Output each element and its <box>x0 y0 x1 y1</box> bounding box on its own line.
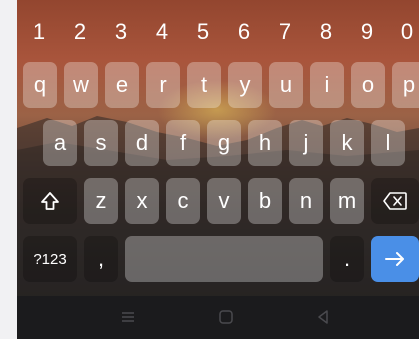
key-d[interactable]: d <box>125 120 159 166</box>
number-4[interactable]: 4 <box>147 20 177 44</box>
number-7[interactable]: 7 <box>270 20 300 44</box>
shift-icon <box>41 192 59 210</box>
key-a[interactable]: a <box>43 120 77 166</box>
key-h[interactable]: h <box>248 120 282 166</box>
key-i[interactable]: i <box>310 62 344 108</box>
enter-key[interactable] <box>371 236 419 282</box>
number-1[interactable]: 1 <box>24 20 54 44</box>
key-b[interactable]: b <box>248 178 282 224</box>
key-q[interactable]: q <box>23 62 57 108</box>
key-e[interactable]: e <box>105 62 139 108</box>
key-t[interactable]: t <box>187 62 221 108</box>
number-9[interactable]: 9 <box>352 20 382 44</box>
shift-key[interactable] <box>23 178 77 224</box>
key-s[interactable]: s <box>84 120 118 166</box>
key-o[interactable]: o <box>351 62 385 108</box>
key-p[interactable]: p <box>392 62 419 108</box>
arrow-right-icon <box>385 252 404 266</box>
key-y[interactable]: y <box>228 62 262 108</box>
recents-icon[interactable] <box>118 307 138 327</box>
key-z[interactable]: z <box>84 178 118 224</box>
comma-key[interactable]: , <box>84 236 118 282</box>
key-r[interactable]: r <box>146 62 180 108</box>
back-icon[interactable] <box>313 307 333 327</box>
number-8[interactable]: 8 <box>311 20 341 44</box>
number-6[interactable]: 6 <box>229 20 259 44</box>
backspace-key[interactable] <box>371 178 419 224</box>
spacebar[interactable] <box>125 236 323 282</box>
key-x[interactable]: x <box>125 178 159 224</box>
key-c[interactable]: c <box>166 178 200 224</box>
navigation-bar <box>17 296 419 339</box>
symbols-key[interactable]: ?123 <box>23 236 77 282</box>
key-f[interactable]: f <box>166 120 200 166</box>
key-j[interactable]: j <box>289 120 323 166</box>
key-n[interactable]: n <box>289 178 323 224</box>
home-icon[interactable] <box>216 307 236 327</box>
key-u[interactable]: u <box>269 62 303 108</box>
backspace-icon <box>383 192 407 210</box>
mountain-silhouette <box>17 116 419 339</box>
number-2[interactable]: 2 <box>65 20 95 44</box>
key-g[interactable]: g <box>207 120 241 166</box>
number-0[interactable]: 0 <box>392 20 419 44</box>
keyboard: 1 2 3 4 5 6 7 8 9 0 q w e r t y u i o p … <box>17 0 419 339</box>
period-key[interactable]: . <box>330 236 364 282</box>
number-3[interactable]: 3 <box>106 20 136 44</box>
number-5[interactable]: 5 <box>188 20 218 44</box>
key-w[interactable]: w <box>64 62 98 108</box>
key-k[interactable]: k <box>330 120 364 166</box>
key-m[interactable]: m <box>330 178 364 224</box>
key-l[interactable]: l <box>371 120 405 166</box>
key-v[interactable]: v <box>207 178 241 224</box>
